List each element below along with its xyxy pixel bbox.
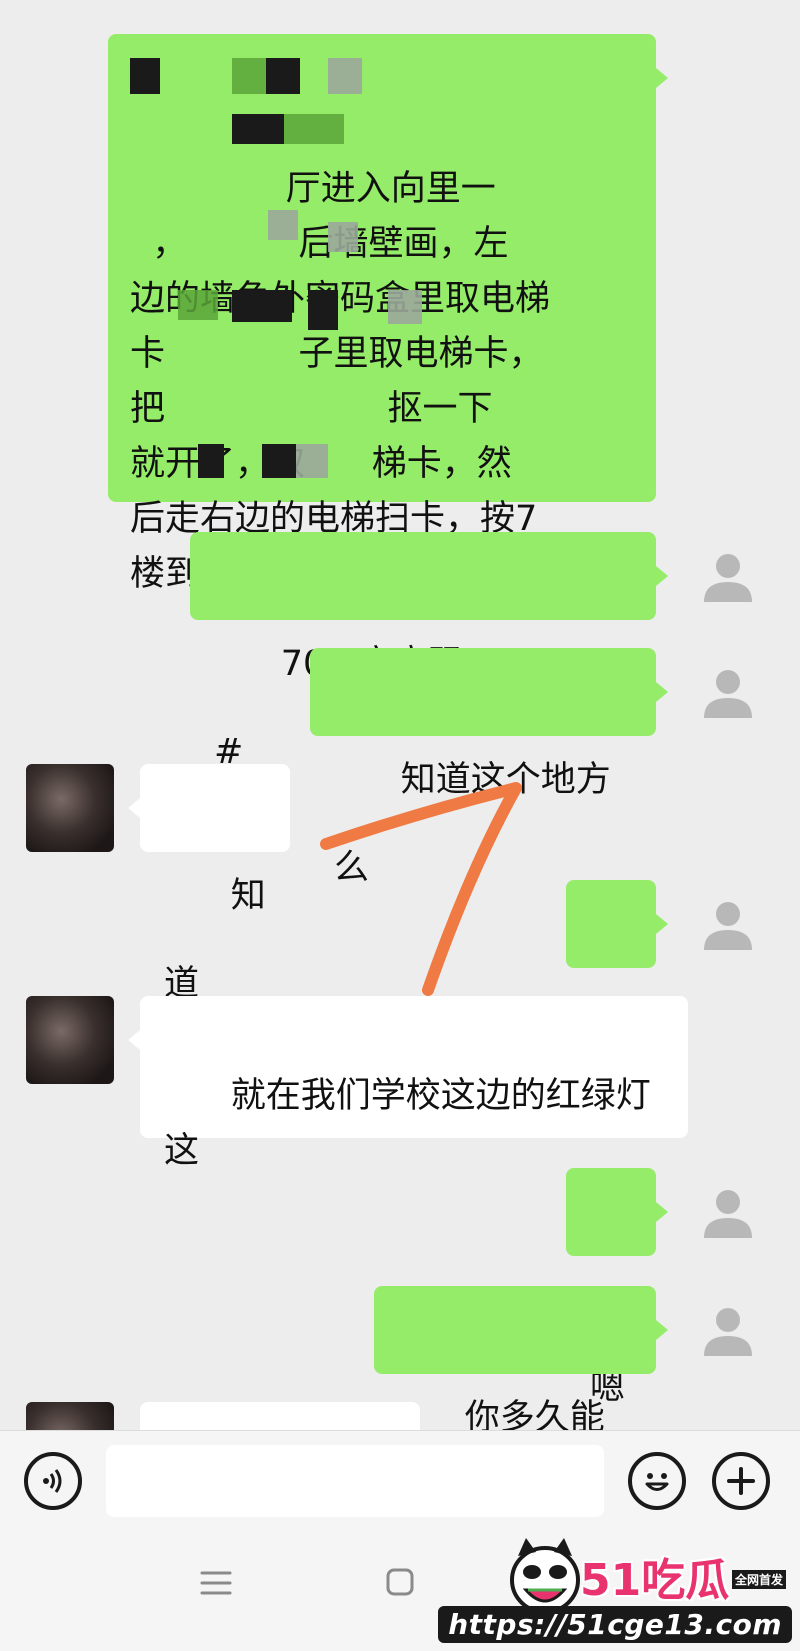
voice-button[interactable] [24,1452,82,1510]
input-bar [0,1430,800,1530]
emoji-icon [645,1473,669,1491]
home-icon[interactable] [384,1566,416,1598]
watermark: 51吃瓜 全网首发 https://51cge13.com [438,1530,800,1651]
voice-icon [43,1469,62,1493]
plus-button[interactable] [712,1452,770,1510]
message-input[interactable] [106,1445,604,1517]
menu-icon[interactable] [198,1568,234,1598]
watermark-url: https://51cge13.com [438,1606,792,1643]
emoji-button[interactable] [628,1452,686,1510]
plus-icon [727,1467,755,1495]
annotation-stroke [320,782,522,996]
watermark-tag: 全网首发 [731,1570,786,1589]
chat-area[interactable]: 厅进入向里一 ， 后墙壁画，左 边的墙角外密码盒里取电梯 卡 子里取电梯卡， 把… [0,0,800,1430]
watermark-logo: 51吃瓜 [580,1555,730,1606]
